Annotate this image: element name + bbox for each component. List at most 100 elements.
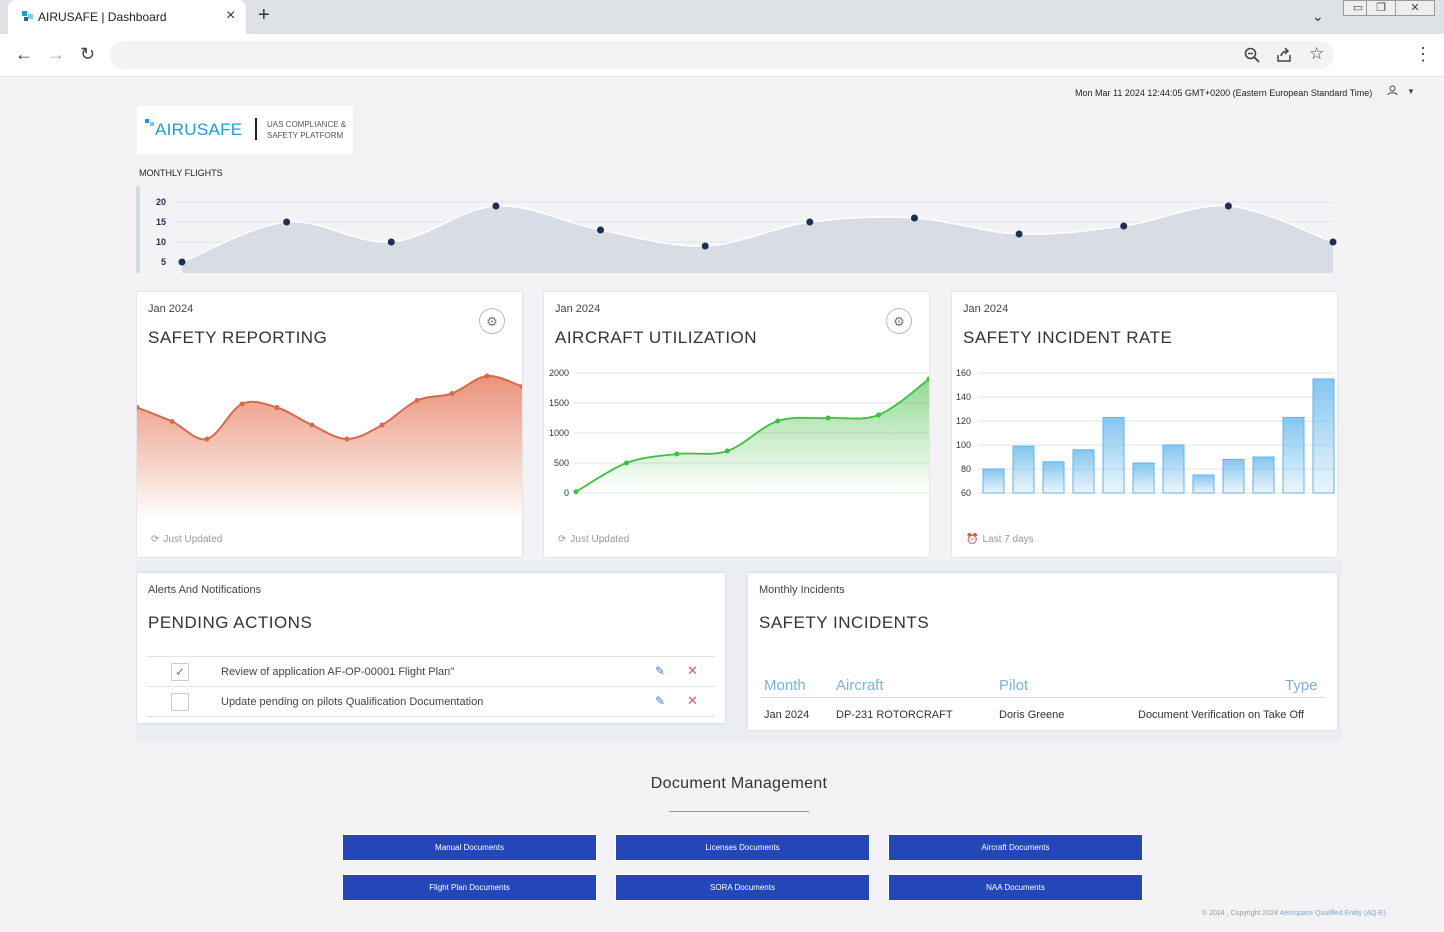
monthly-flights-label: MONTHLY FLIGHTS	[139, 168, 223, 178]
column-header-month[interactable]: Month	[764, 677, 806, 694]
data-point	[449, 391, 455, 396]
data-point	[1015, 230, 1023, 238]
y-tick-label: 100	[956, 440, 971, 450]
cell-pilot: Doris Greene	[999, 709, 1065, 721]
bar	[1132, 462, 1155, 494]
data-point	[309, 422, 315, 428]
address-bar[interactable]: ☆	[110, 41, 1334, 69]
chart-axis-bar	[136, 186, 140, 273]
naa-documents-button[interactable]: NAA Documents	[889, 875, 1142, 900]
data-point	[573, 489, 579, 495]
licenses-documents-button[interactable]: Licenses Documents	[616, 835, 869, 860]
bar	[1312, 378, 1335, 494]
cell-month: Jan 2024	[764, 709, 810, 721]
y-tick-label: 500	[554, 458, 569, 468]
close-tab-icon[interactable]: ×	[226, 7, 235, 25]
data-point	[344, 436, 350, 442]
sora-documents-button[interactable]: SORA Documents	[616, 875, 869, 900]
card-title: PENDING ACTIONS	[148, 613, 313, 632]
user-icon[interactable]	[1387, 85, 1398, 96]
reload-icon[interactable]: ↻	[80, 44, 95, 65]
action-checkbox[interactable]: ✓	[171, 663, 189, 681]
gear-icon[interactable]: ⚙	[479, 308, 505, 334]
pending-action-row: Update pending on pilots Qualification D…	[147, 686, 715, 717]
chevron-down-icon[interactable]: ⌄	[1312, 8, 1324, 25]
y-tick-label: 60	[961, 488, 971, 498]
series-area	[137, 375, 522, 522]
browser-menu-icon[interactable]: ⋮	[1414, 44, 1432, 65]
data-point	[283, 218, 291, 226]
aircraft-documents-button[interactable]: Aircraft Documents	[889, 835, 1142, 860]
data-point	[1120, 222, 1128, 230]
action-checkbox[interactable]	[171, 693, 189, 711]
refresh-icon: ⟳	[558, 534, 567, 545]
data-point	[204, 436, 210, 442]
y-tick-label: 140	[956, 392, 971, 402]
forward-arrow-icon[interactable]: →	[47, 44, 65, 65]
bar	[1162, 444, 1185, 494]
restore-icon[interactable]: ❐	[1366, 0, 1396, 16]
pending-actions-card: Alerts And Notifications PENDING ACTIONS…	[137, 573, 725, 723]
aircraft-utilization-chart: 0 500 1000 1500 2000	[549, 368, 929, 498]
data-point	[724, 448, 730, 454]
y-tick-label: 160	[956, 368, 971, 378]
safety-reporting-card: Jan 2024 SAFETY REPORTING ⚙ ⟳ Just Update…	[137, 292, 522, 557]
delete-icon[interactable]: ✕	[687, 693, 698, 709]
table-divider	[760, 697, 1326, 698]
delete-icon[interactable]: ✕	[687, 663, 698, 679]
edit-icon[interactable]: ✎	[655, 664, 665, 678]
user-menu-caret-icon[interactable]: ▼	[1407, 87, 1415, 96]
data-point	[876, 412, 882, 418]
column-header-type[interactable]: Type	[1285, 677, 1318, 694]
new-tab-icon[interactable]: +	[258, 4, 270, 27]
y-tick-label: 20	[156, 197, 166, 207]
y-tick-label: 1500	[549, 398, 569, 408]
card-footer-text: Just Updated	[163, 534, 223, 545]
airusafe-logo: AIRUSAFE UAS COMPLIANCE & SAFETY PLATFOR…	[137, 106, 353, 154]
card-subtitle: Jan 2024	[148, 303, 194, 315]
data-point	[387, 238, 395, 246]
data-point	[597, 226, 605, 234]
safety-reporting-chart	[137, 373, 522, 522]
card-title: AIRCRAFT UTILIZATION	[555, 328, 758, 347]
zoom-icon[interactable]	[1244, 47, 1260, 63]
card-footer: ⟳ Just Updated	[558, 534, 629, 545]
edit-icon[interactable]: ✎	[655, 694, 665, 708]
footer-link[interactable]: Aerospace Qualified Entity (AQ-E)	[1280, 910, 1386, 917]
aircraft-utilization-card: Jan 2024 AIRCRAFT UTILIZATION ⚙ 0 500 1000…	[544, 292, 929, 557]
y-tick-label: 120	[956, 416, 971, 426]
bar	[1282, 416, 1305, 494]
card-footer: ⟳ Just Updated	[151, 534, 222, 545]
column-header-aircraft[interactable]: Aircraft	[836, 677, 884, 694]
card-title: SAFETY INCIDENTS	[759, 613, 930, 632]
bookmark-star-icon[interactable]: ☆	[1309, 44, 1324, 64]
data-point	[492, 202, 500, 210]
flight-plan-documents-button[interactable]: Flight Plan Documents	[343, 875, 596, 900]
card-title: SAFETY INCIDENT RATE	[963, 328, 1173, 347]
browser-tab-bar: AIRUSAFE | Dashboard × + ⌄ ▭ ❐ ✕	[0, 0, 1444, 34]
bar	[1012, 445, 1035, 494]
column-header-pilot[interactable]: Pilot	[999, 677, 1028, 694]
action-text: Update pending on pilots Qualification D…	[221, 696, 484, 708]
y-tick-label: 0	[564, 488, 569, 498]
card-title: SAFETY REPORTING	[148, 328, 328, 347]
bar	[1042, 461, 1065, 494]
back-arrow-icon[interactable]: ←	[15, 44, 33, 65]
y-tick-label: 2000	[549, 368, 569, 378]
data-point	[701, 242, 709, 250]
data-point	[239, 401, 245, 407]
manual-documents-button[interactable]: Manual Documents	[343, 835, 596, 860]
document-management-title: Document Management	[650, 775, 828, 792]
gear-icon[interactable]: ⚙	[886, 308, 912, 334]
browser-tab[interactable]: AIRUSAFE | Dashboard ×	[8, 0, 246, 34]
incident-rate-chart: 60 80 100 120 140 160	[956, 368, 1335, 498]
bar	[1072, 449, 1095, 494]
share-icon[interactable]	[1276, 47, 1292, 63]
data-point	[674, 451, 680, 457]
pending-action-row: ✓ Review of application AF-OP-00001 Flig…	[147, 656, 715, 686]
window-close-icon[interactable]: ✕	[1395, 0, 1435, 16]
browser-toolbar: ← → ↻ ☆ ⋮	[0, 34, 1444, 77]
tab-title: AIRUSAFE | Dashboard	[38, 10, 167, 24]
title-underline	[669, 811, 809, 812]
alarm-clock-icon: ⏰	[966, 534, 979, 545]
